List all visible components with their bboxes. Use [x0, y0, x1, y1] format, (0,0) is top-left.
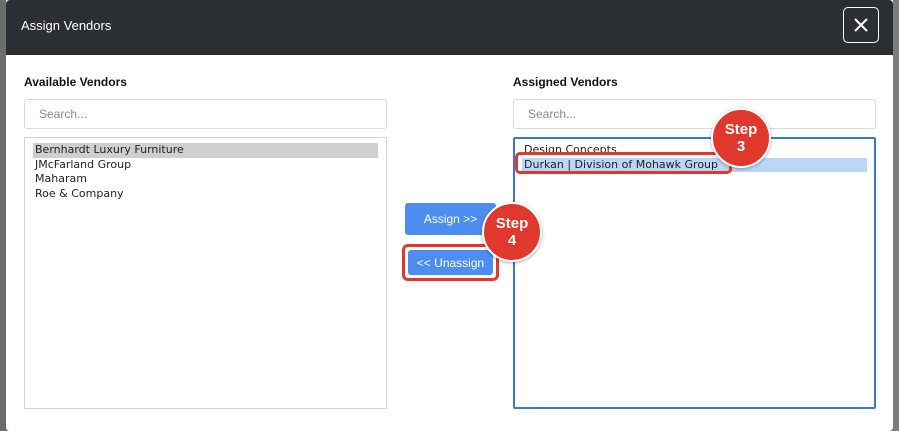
selected-item-highlight [515, 152, 732, 174]
unassign-highlight: << Unassign [402, 244, 499, 281]
list-item[interactable]: JMcFarland Group [33, 158, 378, 173]
available-vendors-list[interactable]: Bernhardt Luxury Furniture JMcFarland Gr… [24, 137, 387, 409]
assigned-search-input[interactable] [513, 99, 876, 129]
dialog-title: Assign Vendors [21, 18, 112, 33]
unassign-button[interactable]: << Unassign [408, 250, 493, 275]
close-button[interactable] [843, 7, 879, 43]
available-search-input[interactable] [24, 99, 387, 129]
assigned-vendors-list[interactable]: Design Concepts Durkan | Division of Moh… [513, 137, 876, 409]
assigned-vendors-label: Assigned Vendors [513, 75, 618, 89]
list-item[interactable]: Bernhardt Luxury Furniture [33, 143, 378, 158]
available-vendors-label: Available Vendors [24, 75, 127, 89]
step-3-word: Step [724, 121, 758, 138]
assign-vendors-dialog: Assign Vendors Available Vendors Bernhar… [6, 0, 893, 431]
step-4-word: Step [495, 215, 529, 232]
dialog-header: Assign Vendors [6, 0, 893, 55]
step-3-badge: Step 3 [711, 108, 771, 168]
close-icon [854, 18, 868, 32]
step-4-badge: Step 4 [482, 202, 542, 262]
step-4-number: 4 [507, 232, 517, 249]
list-item[interactable]: Roe & Company [33, 187, 378, 202]
list-item[interactable]: Maharam [33, 172, 378, 187]
step-3-number: 3 [736, 138, 746, 155]
